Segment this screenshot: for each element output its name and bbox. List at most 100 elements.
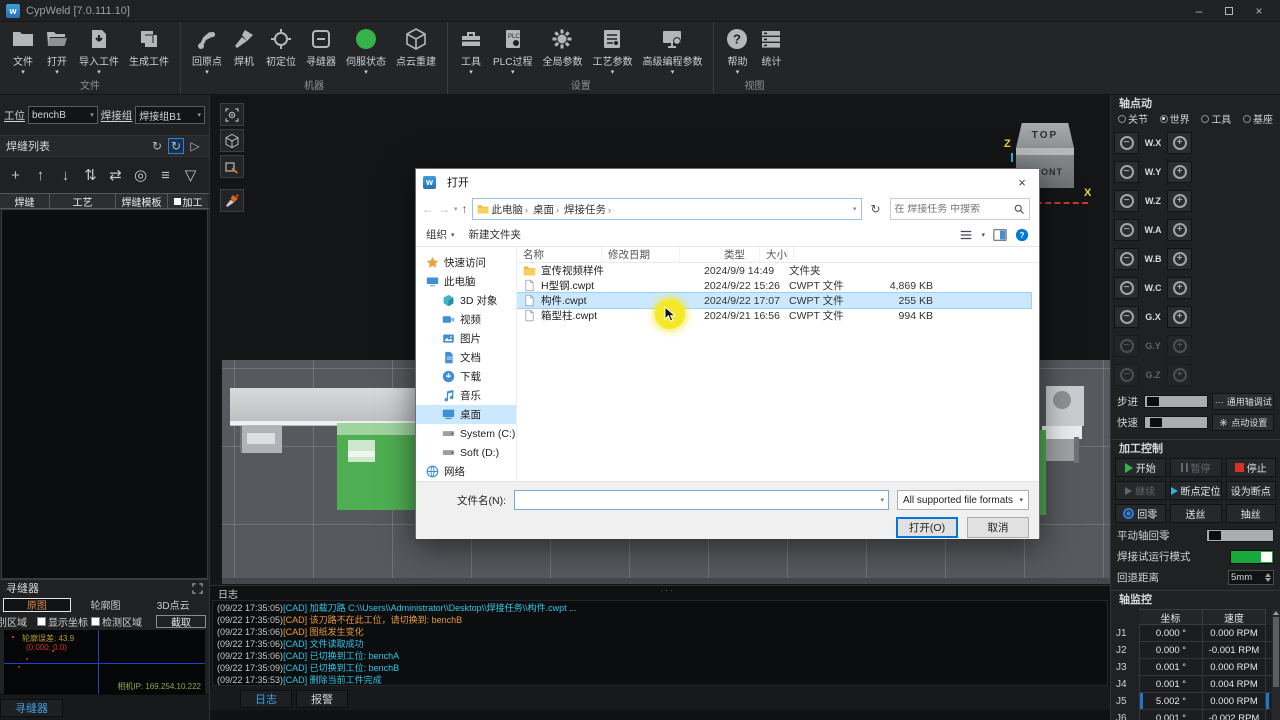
chevron-down-icon[interactable]: ▾ — [981, 231, 985, 239]
jog-plus-button[interactable]: + — [1167, 364, 1192, 386]
sidebar-item[interactable]: 网络 — [416, 462, 516, 481]
ribbon-button[interactable]: 回原点 ▾ — [187, 26, 227, 78]
axis-monitor-row[interactable]: J5 5.002 ° 0.000 RPM — [1111, 693, 1280, 710]
seam-tool-icon[interactable]: ↑ — [29, 163, 52, 187]
jog-plus-button[interactable]: + — [1167, 161, 1192, 183]
vertical-scrollbar[interactable] — [1272, 609, 1280, 720]
ribbon-button[interactable]: 导入工件 ▾ — [74, 26, 124, 78]
jog-plus-button[interactable]: + — [1167, 190, 1192, 212]
search-input[interactable] — [895, 204, 1013, 215]
jog-minus-button[interactable]: − — [1114, 248, 1139, 270]
axis-debug-button[interactable]: ···通用轴调试 — [1212, 393, 1274, 410]
finder-checkbox[interactable]: 显示坐标 — [37, 614, 88, 629]
jog-plus-button[interactable]: + — [1167, 248, 1192, 270]
viewport-3d[interactable]: TOP FRONT Z X ··· 日志 (09/22 17:35:05)[CA… — [210, 95, 1110, 720]
clip-plane-button[interactable] — [220, 155, 244, 178]
view-cube-button[interactable] — [220, 129, 244, 152]
breadcrumb-item[interactable]: 此电脑› — [492, 202, 531, 217]
slider-handle[interactable] — [1209, 531, 1221, 540]
jog-minus-button[interactable]: − — [1114, 161, 1139, 183]
jog-plus-button[interactable]: + — [1167, 277, 1192, 299]
view-cube-top-face[interactable]: TOP — [1016, 123, 1074, 148]
speed-column-header[interactable]: 速度 — [1203, 609, 1266, 625]
search-box[interactable] — [890, 198, 1030, 220]
sidebar-item[interactable]: System (C:) — [416, 424, 516, 443]
seam-column-header[interactable]: 工艺 — [50, 194, 116, 208]
jog-mode-radio[interactable]: 基座 — [1243, 111, 1273, 126]
breadcrumb[interactable]: 此电脑› 桌面› 焊接任务› ▾ — [472, 198, 862, 220]
coord-column-header[interactable]: 坐标 — [1139, 609, 1203, 625]
process-button[interactable]: 回零 — [1115, 504, 1166, 523]
slider-handle[interactable] — [1150, 418, 1162, 427]
forward-icon[interactable]: → — [438, 202, 450, 216]
spinner-up-icon[interactable] — [1265, 573, 1271, 577]
process-button[interactable]: 设为断点 — [1226, 481, 1277, 500]
slider-handle[interactable] — [1147, 397, 1159, 406]
chevron-down-icon[interactable]: ▾ — [853, 205, 857, 213]
filename-combobox[interactable]: ▾ — [514, 490, 889, 510]
file-format-select[interactable]: All supported file formats ▾ — [897, 490, 1029, 510]
refresh-icon[interactable]: ↻ — [149, 138, 165, 154]
ribbon-button[interactable]: 高级编程参数 ▾ — [637, 26, 707, 78]
breadcrumb-item[interactable]: 桌面› — [533, 202, 561, 217]
jog-minus-button[interactable]: − — [1114, 306, 1139, 328]
up-icon[interactable]: ↑ — [462, 202, 468, 216]
dialog-close-button[interactable]: × — [1005, 170, 1039, 195]
jog-minus-button[interactable]: − — [1114, 335, 1139, 357]
cancel-button[interactable]: 取消 — [967, 517, 1029, 538]
jog-mode-radio[interactable]: 世界 — [1160, 111, 1190, 126]
finder-tab[interactable]: 轮廓图 — [73, 598, 139, 612]
minimize-button[interactable]: – — [1184, 1, 1214, 21]
spinner-down-icon[interactable] — [1265, 578, 1271, 582]
jog-plus-button[interactable]: + — [1167, 306, 1192, 328]
axis-monitor-row[interactable]: J3 0.001 ° 0.000 RPM — [1111, 659, 1280, 676]
scroll-up-icon[interactable] — [1273, 611, 1279, 615]
zoom-fit-button[interactable] — [220, 103, 244, 126]
trial-mode-toggle[interactable] — [1230, 550, 1274, 564]
jog-plus-button[interactable]: + — [1167, 335, 1192, 357]
capture-button[interactable]: 截取 — [156, 615, 206, 628]
file-column-header[interactable]: 名称 — [517, 247, 602, 262]
station-select[interactable]: benchB ▾ — [28, 106, 98, 124]
jog-minus-button[interactable]: − — [1114, 219, 1139, 241]
jog-plus-button[interactable]: + — [1167, 132, 1192, 154]
jog-mode-radio[interactable]: 关节 — [1118, 111, 1148, 126]
ribbon-button[interactable]: 文件 ▾ — [6, 26, 40, 78]
process-button[interactable]: 断点定位 — [1170, 481, 1222, 500]
torch-display-button[interactable] — [220, 189, 244, 212]
ribbon-button[interactable]: PLC过程 ▾ — [488, 26, 537, 78]
file-row[interactable]: 构件.cwpt 2024/9/22 17:07 CWPT 文件 255 KB — [517, 293, 1031, 308]
sidebar-item[interactable]: 桌面 — [416, 405, 516, 424]
jog-minus-button[interactable]: − — [1114, 190, 1139, 212]
ribbon-button[interactable]: 生成工件 — [124, 26, 174, 78]
log-tab[interactable]: 日志 — [240, 690, 292, 708]
axis-monitor-row[interactable]: J2 0.000 ° -0.001 RPM — [1111, 642, 1280, 659]
resize-handle[interactable]: ··· — [660, 585, 675, 595]
seam-tool-icon[interactable]: ↓ — [54, 163, 77, 187]
jog-minus-button[interactable]: − — [1114, 277, 1139, 299]
seam-column-header[interactable]: 焊缝 — [0, 194, 50, 208]
ribbon-button[interactable]: 工艺参数 ▾ — [587, 26, 637, 78]
preview-pane-icon[interactable] — [993, 228, 1007, 242]
file-row[interactable]: H型钢.cwpt 2024/9/22 15:26 CWPT 文件 4,869 K… — [517, 278, 1031, 293]
file-row[interactable]: 宣传视频样件 2024/9/9 14:49 文件夹 — [517, 263, 1031, 278]
finder-tab[interactable]: 3D点云 — [140, 598, 206, 612]
log-body[interactable]: (09/22 17:35:05)[CAD] 加载刀路 C:\\Users\\Ad… — [212, 600, 1108, 686]
retract-distance-stepper[interactable]: 5mm — [1228, 570, 1274, 585]
breadcrumb-item[interactable]: 焊接任务› — [564, 202, 613, 217]
sidebar-item[interactable]: 音乐 — [416, 386, 516, 405]
maximize-button[interactable] — [1214, 1, 1244, 21]
jog-plus-button[interactable]: + — [1167, 219, 1192, 241]
fast-slider[interactable] — [1144, 416, 1209, 429]
sidebar-item[interactable]: 图片 — [416, 329, 516, 348]
seam-tool-icon[interactable]: ◎ — [129, 163, 152, 187]
log-tab[interactable]: 报警 — [296, 690, 348, 708]
sidebar-item[interactable]: 下载 — [416, 367, 516, 386]
scrollbar-thumb[interactable] — [1273, 617, 1279, 687]
weld-group-select[interactable]: 焊接组B1 ▾ — [135, 106, 205, 124]
camera-view[interactable]: 轮廓误差: 43.9 (0.000, 0.0) 相机IP: 169.254.10… — [4, 630, 205, 694]
jog-minus-button[interactable]: − — [1114, 132, 1139, 154]
finder-checkbox[interactable]: 检测区域 — [91, 614, 142, 629]
ribbon-button[interactable]: 全局参数 — [537, 26, 587, 78]
help-icon[interactable] — [1015, 228, 1029, 242]
